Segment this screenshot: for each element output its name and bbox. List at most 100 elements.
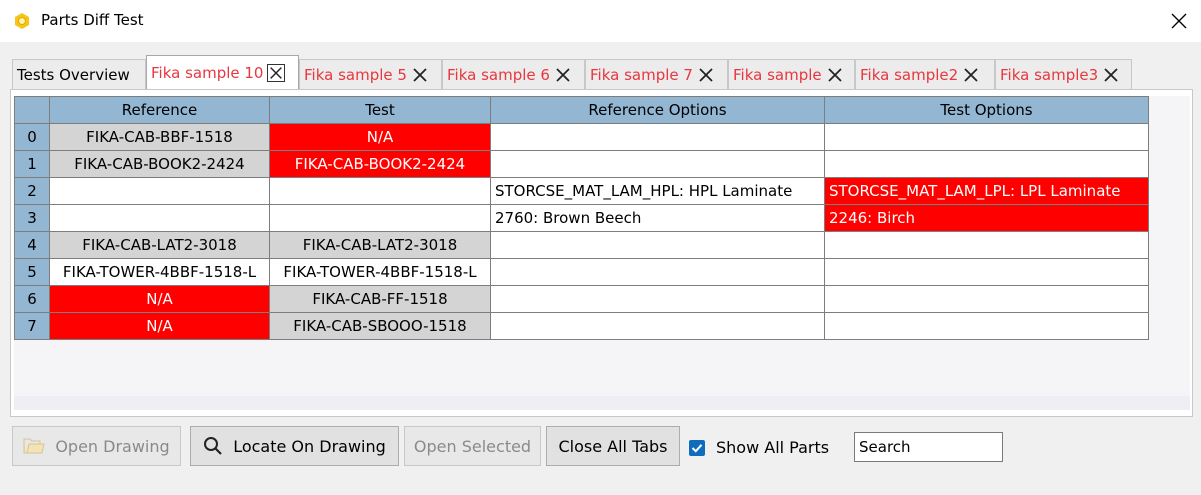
locate-on-drawing-label: Locate On Drawing [233,436,386,456]
test-cell[interactable]: FIKA-CAB-BOOK2-2424 [269,150,491,178]
reference-options-cell[interactable] [490,258,825,286]
table-row[interactable]: 2 STORCSE_MAT_LAM_HPL: HPL Laminate STOR… [14,177,1149,205]
table-row[interactable]: 7 N/A FIKA-CAB-SBOOO-1518 [14,312,1149,340]
test-options-cell[interactable] [824,312,1149,340]
open-selected-label: Open Selected [413,436,532,456]
table-row[interactable]: 4 FIKA-CAB-LAT2-3018 FIKA-CAB-LAT2-3018 [14,231,1149,259]
column-header-test[interactable]: Test [269,96,491,124]
tab-label: Fika sample 5 [304,65,407,84]
column-header-reference-options[interactable]: Reference Options [490,96,825,124]
window-title: Parts Diff Test [41,11,144,29]
close-all-tabs-label: Close All Tabs [558,436,668,456]
search-input[interactable] [854,432,1003,462]
search-icon [204,437,222,455]
test-options-cell[interactable] [824,231,1149,259]
folder-icon [23,438,45,454]
close-window-icon[interactable] [1168,10,1190,32]
reference-options-cell[interactable] [490,312,825,340]
diff-grid-area: Reference Test Reference Options Test Op… [14,96,1190,396]
test-cell[interactable]: FIKA-CAB-FF-1518 [269,285,491,313]
tab-fika-sample-7[interactable]: Fika sample 7 [585,59,728,89]
column-header-reference[interactable]: Reference [49,96,270,124]
table-row[interactable]: 1 FIKA-CAB-BOOK2-2424 FIKA-CAB-BOOK2-242… [14,150,1149,178]
checkmark-icon [691,444,703,453]
close-all-tabs-button[interactable]: Close All Tabs [546,426,680,466]
tab-label: Fika sample 7 [590,65,693,84]
table-row[interactable]: 0 FIKA-CAB-BBF-1518 N/A [14,123,1149,151]
tab-fika-sample-10[interactable]: Fika sample 10 [146,55,299,90]
locate-on-drawing-button[interactable]: Locate On Drawing [190,426,399,466]
reference-cell[interactable]: FIKA-CAB-BBF-1518 [49,123,270,151]
table-row[interactable]: 3 2760: Brown Beech 2246: Birch [14,204,1149,232]
test-cell[interactable] [269,177,491,205]
tab-fika-sample-6[interactable]: Fika sample 6 [442,59,585,89]
reference-options-cell[interactable]: STORCSE_MAT_LAM_HPL: HPL Laminate [490,177,825,205]
header-row: Reference Test Reference Options Test Op… [14,96,1149,124]
close-tab-icon[interactable] [962,66,980,84]
show-all-parts-checkbox[interactable] [689,440,705,456]
open-drawing-label: Open Drawing [55,436,170,456]
reference-cell[interactable]: FIKA-CAB-LAT2-3018 [49,231,270,259]
tab-content-panel: Reference Test Reference Options Test Op… [10,89,1193,417]
test-options-cell[interactable] [824,150,1149,178]
table-row[interactable]: 5 FIKA-TOWER-4BBF-1518-L FIKA-TOWER-4BBF… [14,258,1149,286]
reference-cell[interactable] [49,177,270,205]
corner-header [14,96,50,124]
test-cell[interactable]: FIKA-TOWER-4BBF-1518-L [269,258,491,286]
tab-label: Fika sample3 [1000,65,1099,84]
reference-options-cell[interactable] [490,231,825,259]
open-drawing-button[interactable]: Open Drawing [12,426,181,466]
close-tab-icon[interactable] [267,64,286,82]
tab-fika-sample[interactable]: Fika sample [728,59,855,89]
tab-tests-overview[interactable]: Tests Overview [12,59,146,89]
tab-label: Tests Overview [17,65,130,84]
reference-options-cell[interactable]: 2760: Brown Beech [490,204,825,232]
close-tab-icon[interactable] [554,66,572,84]
tab-label: Fika sample2 [860,65,959,84]
show-all-parts-label[interactable]: Show All Parts [716,438,829,457]
test-cell[interactable] [269,204,491,232]
reference-options-cell[interactable] [490,123,825,151]
tab-fika-sample3[interactable]: Fika sample3 [995,59,1132,89]
row-header[interactable]: 3 [14,204,50,232]
reference-cell[interactable]: N/A [49,285,270,313]
horizontal-scrollbar[interactable] [14,396,1190,410]
test-options-cell[interactable] [824,285,1149,313]
tab-label: Fika sample 10 [151,64,264,82]
close-tab-icon[interactable] [1102,66,1120,84]
close-tab-icon[interactable] [411,66,429,84]
tab-fika-sample2[interactable]: Fika sample2 [855,59,995,89]
close-tab-icon[interactable] [826,66,844,84]
test-options-cell[interactable] [824,123,1149,151]
test-cell[interactable]: FIKA-CAB-LAT2-3018 [269,231,491,259]
row-header[interactable]: 1 [14,150,50,178]
reference-cell[interactable]: FIKA-CAB-BOOK2-2424 [49,150,270,178]
test-options-cell[interactable] [824,258,1149,286]
diff-grid: Reference Test Reference Options Test Op… [14,96,1149,340]
app-icon [15,13,29,29]
row-header[interactable]: 5 [14,258,50,286]
column-header-test-options[interactable]: Test Options [824,96,1149,124]
open-selected-button[interactable]: Open Selected [404,426,541,466]
title-bar: Parts Diff Test [0,0,1201,42]
row-header[interactable]: 6 [14,285,50,313]
row-header[interactable]: 4 [14,231,50,259]
tab-fika-sample-5[interactable]: Fika sample 5 [299,59,442,89]
row-header[interactable]: 7 [14,312,50,340]
test-options-cell[interactable]: STORCSE_MAT_LAM_LPL: LPL Laminate [824,177,1149,205]
tab-label: Fika sample [733,65,822,84]
test-cell[interactable]: N/A [269,123,491,151]
table-row[interactable]: 6 N/A FIKA-CAB-FF-1518 [14,285,1149,313]
close-tab-icon[interactable] [697,66,715,84]
reference-cell[interactable]: N/A [49,312,270,340]
tab-label: Fika sample 6 [447,65,550,84]
reference-options-cell[interactable] [490,285,825,313]
reference-cell[interactable] [49,204,270,232]
test-options-cell[interactable]: 2246: Birch [824,204,1149,232]
tab-strip: Tests Overview Fika sample 10 Fika sampl… [12,55,1132,90]
test-cell[interactable]: FIKA-CAB-SBOOO-1518 [269,312,491,340]
row-header[interactable]: 2 [14,177,50,205]
reference-options-cell[interactable] [490,150,825,178]
reference-cell[interactable]: FIKA-TOWER-4BBF-1518-L [49,258,270,286]
row-header[interactable]: 0 [14,123,50,151]
